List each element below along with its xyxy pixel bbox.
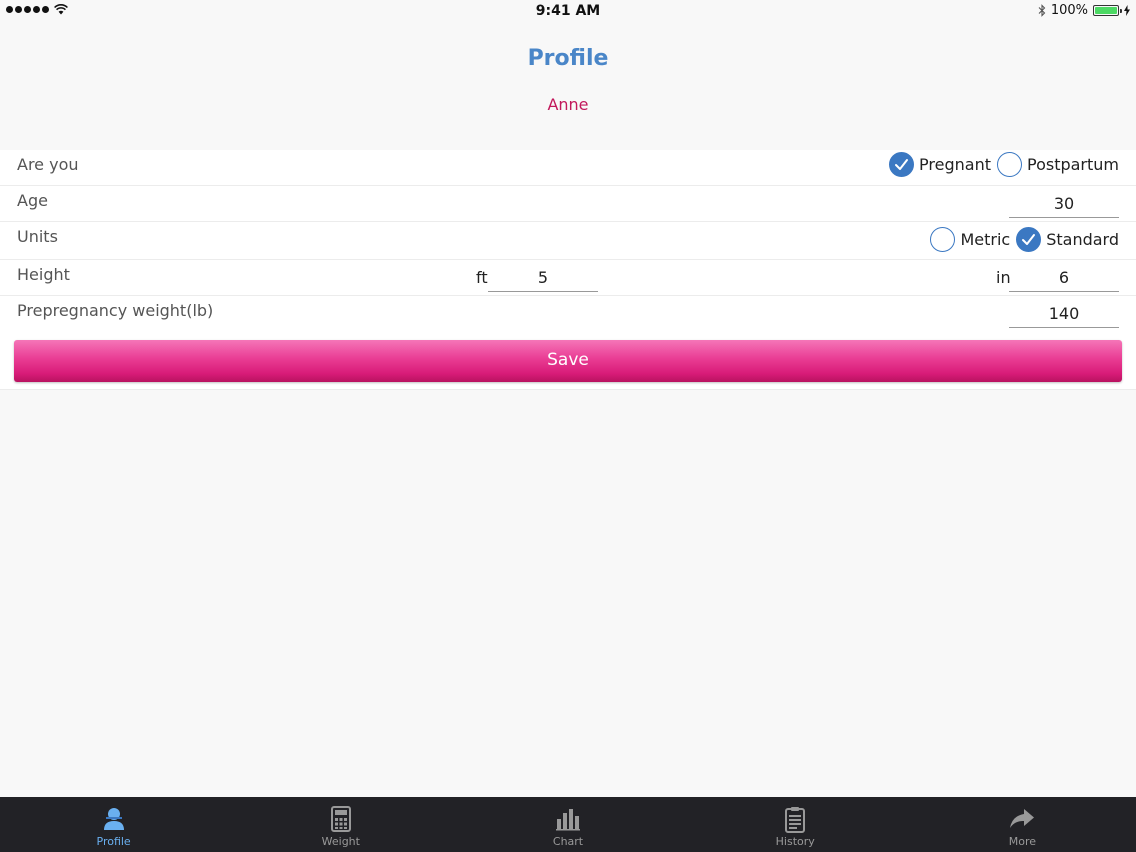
clipboard-icon [781,805,809,833]
metric-label: Metric [960,230,1011,249]
units-label: Units [17,227,58,246]
tab-bar: Profile Weight Chart History More [0,797,1136,852]
person-icon [100,805,128,833]
feet-unit-label: ft [476,268,488,287]
tab-label: More [1008,835,1037,848]
bluetooth-icon [1038,4,1046,17]
calculator-icon [327,805,355,833]
save-container: Save [0,331,1136,390]
battery-percent: 100% [1050,3,1088,18]
height-inches-field[interactable]: 6 [1009,264,1119,292]
radio-empty-icon [996,152,1022,177]
tab-label: Chart [552,835,584,848]
standard-label: Standard [1046,230,1119,249]
postpartum-radio[interactable]: Postpartum [996,152,1119,177]
weight-row: Prepregnancy weight(lb) 140 [0,296,1136,332]
weight-field[interactable]: 140 [1009,300,1119,328]
share-arrow-icon [1008,805,1036,833]
postpartum-label: Postpartum [1026,155,1119,174]
pregnant-radio[interactable]: Pregnant [889,152,991,177]
radio-empty-icon [930,227,956,252]
tab-label: History [775,835,815,848]
age-field[interactable]: 30 [1009,190,1119,218]
status-radio-group: Pregnant Postpartum [883,152,1119,177]
height-row: Height ft 5 in 6 [0,260,1136,296]
age-label: Age [17,191,48,210]
weight-label: Prepregnancy weight(lb) [17,301,214,320]
profile-form: Are you Pregnant Postpartum Age 30 Units… [0,150,1136,332]
height-label: Height [17,265,70,284]
status-bar: 9:41 AM 100% [0,0,1136,22]
metric-radio[interactable]: Metric [930,227,1010,252]
checkmark-icon [1016,227,1042,252]
tab-chart[interactable]: Chart [454,797,681,852]
tab-weight[interactable]: Weight [227,797,454,852]
battery-icon [1093,5,1122,16]
page-title: Profile [527,46,609,71]
user-name: Anne [547,95,589,114]
checkmark-icon [889,152,915,177]
bar-chart-icon [554,805,582,833]
tab-label: Weight [321,835,360,848]
tab-profile[interactable]: Profile [0,797,227,852]
save-button[interactable]: Save [14,340,1122,382]
status-row: Are you Pregnant Postpartum [0,150,1136,186]
tab-label: Profile [96,835,131,848]
status-label: Are you [17,155,79,174]
height-feet-field[interactable]: 5 [488,264,598,292]
tab-more[interactable]: More [909,797,1136,852]
age-row: Age 30 [0,186,1136,222]
units-row: Units Metric Standard [0,222,1136,260]
status-time: 9:41 AM [535,3,601,19]
charging-bolt-icon [1124,5,1130,16]
standard-radio[interactable]: Standard [1016,227,1119,252]
units-radio-group: Metric Standard [924,227,1119,252]
pregnant-label: Pregnant [919,155,991,174]
tab-history[interactable]: History [682,797,909,852]
